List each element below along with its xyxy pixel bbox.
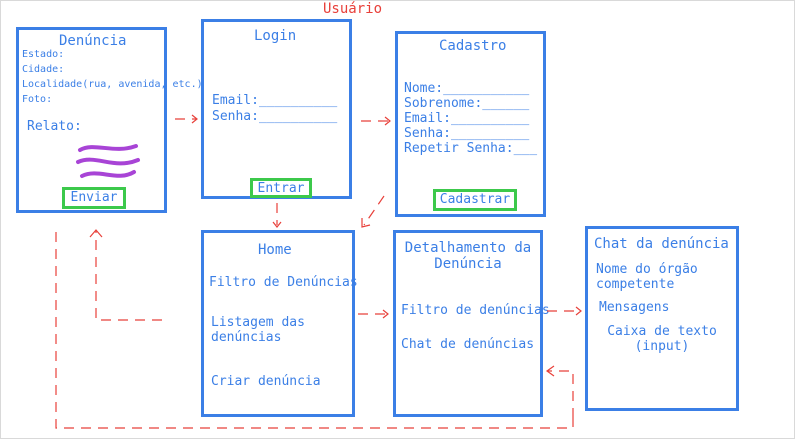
arrow-home-denuncia	[95, 231, 162, 321]
arrow-bottom-loop	[55, 232, 574, 429]
arrow-cadastro-home	[363, 195, 385, 226]
arrowhead-detalhamento-chat	[575, 306, 582, 316]
arrow-chat-detalhamento	[548, 370, 574, 418]
flow-arrows	[55, 114, 582, 429]
arrowhead-cadastro-home	[361, 218, 371, 228]
